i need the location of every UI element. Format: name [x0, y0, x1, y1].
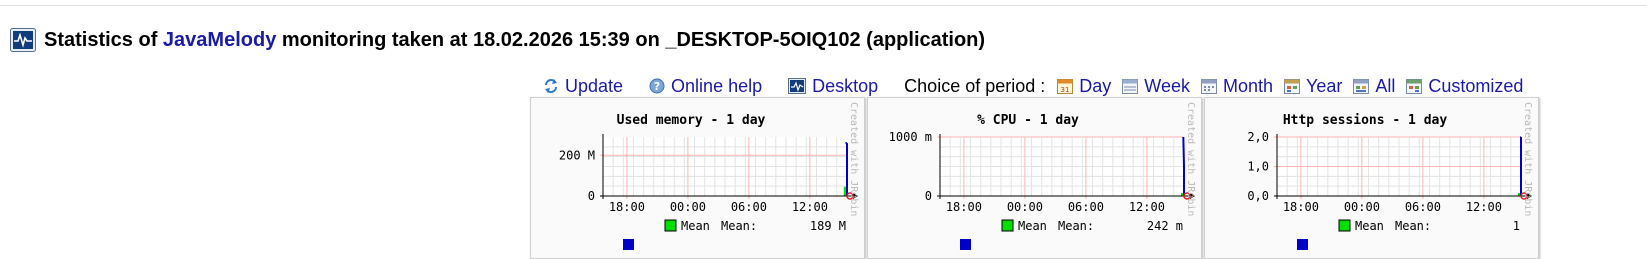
online-help-link[interactable]: ? Online help	[649, 76, 762, 97]
x-tick-label: 12:00	[1466, 200, 1502, 214]
period-year-link[interactable]: Year	[1284, 76, 1342, 97]
legend-swatch-partial	[1297, 239, 1308, 250]
x-tick-label: 18:00	[946, 200, 982, 214]
chart-http-sessions-svg: 18:00 00:00 06:00 12:00 0,0 1,0 2,0 Http sessio…	[1247, 102, 1533, 250]
chart-watermark: Created with JRobin	[1185, 102, 1196, 216]
x-tick-label: 06:00	[1068, 200, 1104, 214]
max-series-line	[1182, 136, 1185, 167]
refresh-icon	[545, 79, 557, 93]
top-divider	[0, 5, 1647, 6]
period-week-link[interactable]: Week	[1122, 76, 1190, 97]
y-tick-label: 1,0	[1247, 160, 1269, 174]
legend-swatch	[664, 219, 677, 232]
y-tick-label: 0,0	[1247, 189, 1269, 203]
x-tick-label: 18:00	[609, 200, 645, 214]
page-title: Statistics of JavaMelody monitoring take…	[44, 28, 986, 51]
chart-used-memory[interactable]: 18:00 00:00 06:00 12:00 0 200 M Used memory - …	[530, 97, 865, 259]
legend-swatch-partial	[623, 239, 634, 250]
period-all-link[interactable]: All	[1353, 76, 1395, 97]
chart-used-memory-svg: 18:00 00:00 06:00 12:00 0 200 M Used memory - …	[559, 102, 859, 250]
legend-stat-value: 1	[1513, 219, 1520, 233]
chart-watermark: Created with JRobin	[848, 102, 859, 216]
desktop-icon	[788, 78, 807, 94]
page-header: Statistics of JavaMelody monitoring take…	[10, 27, 985, 53]
chart-title: Used memory - 1 day	[617, 113, 766, 128]
period-label: Choice of period :	[904, 75, 1046, 96]
x-tick-label: 06:00	[1405, 200, 1441, 214]
legend-stat-value: 189 M	[810, 219, 846, 233]
svg-text:31: 31	[1061, 86, 1070, 94]
legend-stat-label: Mean:	[1395, 219, 1431, 233]
calendar-all-icon	[1353, 79, 1370, 94]
period-day-link[interactable]: 31 Day	[1057, 76, 1111, 97]
javamelody-brand: JavaMelody	[162, 28, 277, 51]
legend-stat-label: Mean:	[1058, 219, 1094, 233]
chart-title: Http sessions - 1 day	[1283, 113, 1448, 128]
legend-swatch	[1338, 219, 1351, 232]
x-tick-label: 00:00	[670, 200, 706, 214]
period-month-link[interactable]: Month	[1200, 76, 1273, 97]
y-tick-label: 0	[925, 189, 932, 203]
calendar-year-icon	[1284, 79, 1300, 94]
calendar-month-icon	[1200, 79, 1217, 94]
legend-series-label: Mean	[681, 219, 710, 233]
calendar-week-icon	[1122, 79, 1139, 94]
legend-swatch	[1001, 219, 1014, 232]
legend-series-label: Mean	[1355, 219, 1384, 233]
toolbar: Update ? Online help Desktop Choice of p…	[543, 75, 1523, 97]
legend-swatch-partial	[960, 239, 971, 250]
period-customized-link[interactable]: Customized	[1406, 76, 1523, 97]
y-tick-label: 0	[588, 189, 595, 203]
chart-title: % CPU - 1 day	[977, 113, 1079, 128]
chart-cpu[interactable]: 18:00 00:00 06:00 12:00 0 1000 m % CPU - 1 day…	[867, 97, 1202, 259]
help-icon: ?	[649, 78, 665, 94]
update-link[interactable]: Update	[543, 76, 623, 97]
x-tick-label: 00:00	[1007, 200, 1043, 214]
x-tick-label: 06:00	[731, 200, 767, 214]
javamelody-logo-icon	[10, 28, 36, 52]
x-tick-label: 00:00	[1344, 200, 1380, 214]
svg-text:?: ?	[654, 80, 660, 93]
chart-http-sessions[interactable]: 18:00 00:00 06:00 12:00 0,0 1,0 2,0 Http sessio…	[1204, 97, 1539, 259]
x-tick-label: 12:00	[1129, 200, 1165, 214]
x-tick-label: 18:00	[1283, 200, 1319, 214]
calendar-day-icon: 31	[1057, 79, 1074, 94]
y-tick-label: 200 M	[559, 148, 595, 162]
legend-stat-value: 242 m	[1147, 219, 1183, 233]
y-tick-label: 1000 m	[889, 130, 932, 144]
x-tick-label: 12:00	[792, 200, 828, 214]
y-tick-label: 2,0	[1247, 130, 1269, 144]
desktop-link[interactable]: Desktop	[788, 76, 878, 97]
calendar-custom-icon	[1406, 79, 1423, 94]
chart-watermark: Created with JRobin	[1522, 102, 1533, 216]
chart-cpu-svg: 18:00 00:00 06:00 12:00 0 1000 m % CPU - 1 day…	[889, 102, 1196, 250]
legend-series-label: Mean	[1018, 219, 1047, 233]
legend-stat-label: Mean:	[721, 219, 757, 233]
